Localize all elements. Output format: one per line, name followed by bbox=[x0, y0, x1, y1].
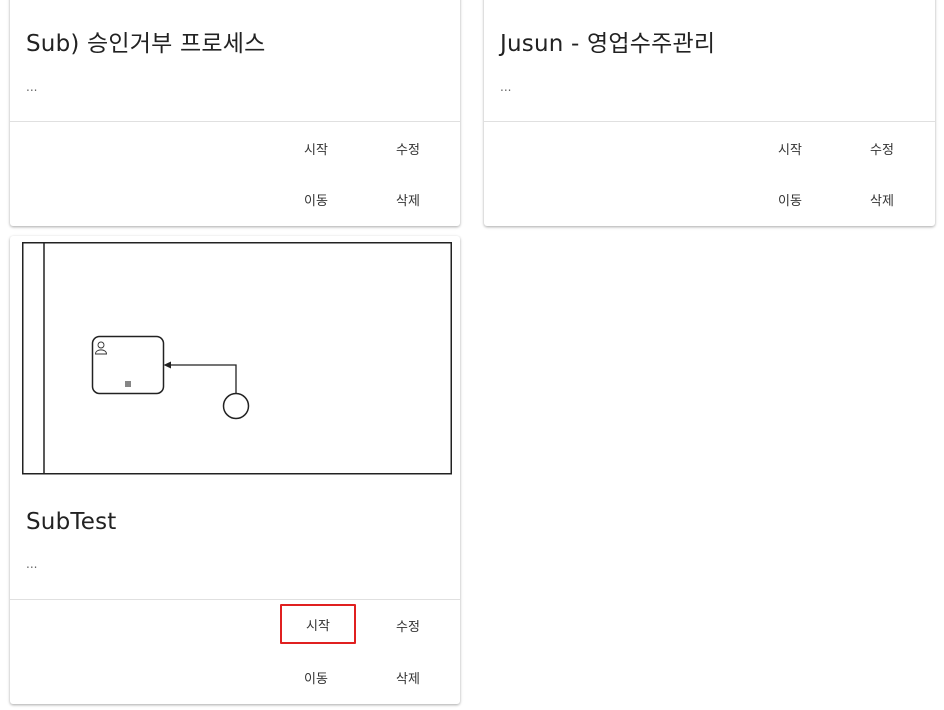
card-title: Sub) 승인거부 프로세스 bbox=[26, 31, 266, 57]
card-description: ... bbox=[500, 80, 512, 94]
start-button[interactable]: 시작 bbox=[280, 604, 356, 644]
card-description: ... bbox=[26, 557, 38, 571]
delete-button[interactable]: 삭제 bbox=[844, 179, 920, 219]
card-divider bbox=[484, 121, 935, 122]
move-button[interactable]: 이동 bbox=[278, 657, 354, 697]
process-card: Sub) 승인거부 프로세스 ... 시작 수정 이동 삭제 bbox=[10, 0, 460, 226]
edit-button[interactable]: 수정 bbox=[370, 128, 446, 168]
card-divider bbox=[10, 121, 460, 122]
edit-button[interactable]: 수정 bbox=[844, 128, 920, 168]
start-event-icon bbox=[222, 392, 250, 420]
delete-button[interactable]: 삭제 bbox=[370, 179, 446, 219]
start-button[interactable]: 시작 bbox=[278, 128, 354, 168]
card-divider bbox=[10, 599, 460, 600]
process-card: SubTest ... 시작 수정 이동 삭제 bbox=[10, 236, 460, 704]
delete-button[interactable]: 삭제 bbox=[370, 657, 446, 697]
start-button[interactable]: 시작 bbox=[752, 128, 828, 168]
move-button[interactable]: 이동 bbox=[752, 179, 828, 219]
move-button[interactable]: 이동 bbox=[278, 179, 354, 219]
process-diagram-thumbnail[interactable] bbox=[22, 242, 452, 476]
edit-button[interactable]: 수정 bbox=[370, 605, 446, 645]
card-title: SubTest bbox=[26, 509, 117, 535]
card-title: Jusun - 영업수주관리 bbox=[500, 31, 716, 57]
card-description: ... bbox=[26, 80, 38, 94]
process-card: Jusun - 영업수주관리 ... 시작 수정 이동 삭제 bbox=[484, 0, 935, 226]
pool-shape bbox=[22, 242, 452, 475]
